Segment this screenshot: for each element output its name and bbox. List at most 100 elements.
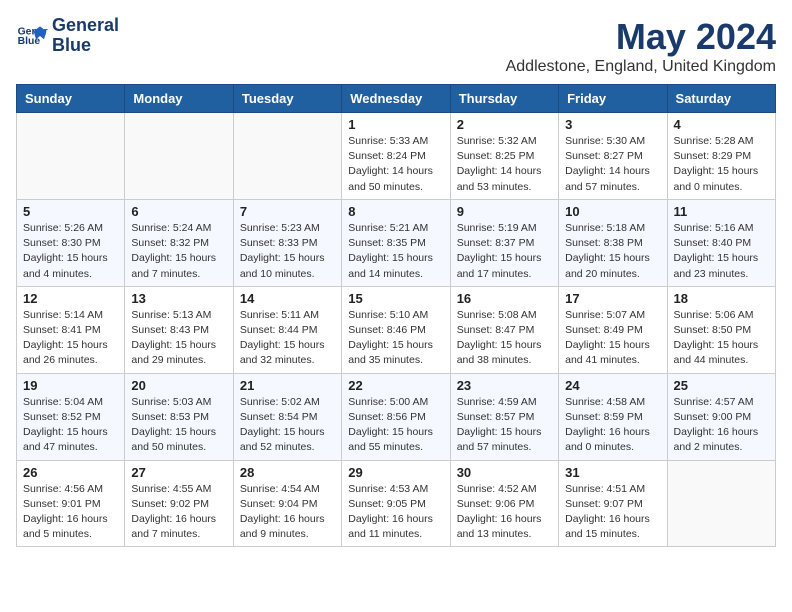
calendar-cell: 27 Sunrise: 4:55 AMSunset: 9:02 PMDayligh…	[125, 460, 233, 547]
calendar-cell: 10 Sunrise: 5:18 AMSunset: 8:38 PMDayligh…	[559, 199, 667, 286]
day-number: 19	[23, 378, 118, 393]
calendar-cell: 7Sunrise: 5:23 AMSunset: 8:33 PMDaylight…	[233, 199, 341, 286]
calendar-cell: 23Sunrise: 4:59 AMSunset: 8:57 PMDayligh…	[450, 373, 558, 460]
day-info: Sunrise: 5:28 AMSunset: 8:29 PMDaylight:…	[674, 134, 769, 195]
day-info: Sunrise: 4:55 AMSunset: 9:02 PMDaylight:…	[131, 482, 226, 543]
calendar-cell: 31 Sunrise: 4:51 AMSunset: 9:07 PMDayligh…	[559, 460, 667, 547]
weekday-header: Monday	[125, 85, 233, 113]
calendar-cell: 2 Sunrise: 5:32 AMSunset: 8:25 PMDaylight…	[450, 113, 558, 200]
day-info: Sunrise: 4:56 AMSunset: 9:01 PMDaylight:…	[23, 482, 118, 543]
day-info: Sunrise: 5:06 AMSunset: 8:50 PMDaylight:…	[674, 308, 769, 369]
day-number: 20	[131, 378, 226, 393]
day-number: 26	[23, 465, 118, 480]
day-number: 14	[240, 291, 335, 306]
weekday-header: Tuesday	[233, 85, 341, 113]
day-number: 6	[131, 204, 226, 219]
calendar-cell: 13 Sunrise: 5:13 AMSunset: 8:43 PMDayligh…	[125, 286, 233, 373]
weekday-header: Sunday	[17, 85, 125, 113]
logo: General Blue General Blue	[16, 16, 119, 56]
day-info: Sunrise: 5:33 AMSunset: 8:24 PMDaylight:…	[348, 134, 443, 195]
day-info: Sunrise: 5:03 AMSunset: 8:53 PMDaylight:…	[131, 395, 226, 456]
day-info: Sunrise: 5:08 AMSunset: 8:47 PMDaylight:…	[457, 308, 552, 369]
day-info: Sunrise: 4:57 AMSunset: 9:00 PMDaylight:…	[674, 395, 769, 456]
calendar-cell	[667, 460, 775, 547]
day-info: Sunrise: 5:07 AMSunset: 8:49 PMDaylight:…	[565, 308, 660, 369]
logo-icon: General Blue	[16, 20, 48, 52]
calendar-week-row: 5Sunrise: 5:26 AMSunset: 8:30 PMDaylight…	[17, 199, 776, 286]
day-number: 10	[565, 204, 660, 219]
day-number: 3	[565, 117, 660, 132]
day-info: Sunrise: 5:24 AMSunset: 8:32 PMDaylight:…	[131, 221, 226, 282]
month-title: May 2024	[506, 16, 776, 58]
day-info: Sunrise: 5:16 AMSunset: 8:40 PMDaylight:…	[674, 221, 769, 282]
day-number: 17	[565, 291, 660, 306]
calendar-cell: 28 Sunrise: 4:54 AMSunset: 9:04 PMDayligh…	[233, 460, 341, 547]
day-number: 9	[457, 204, 552, 219]
day-info: Sunrise: 5:23 AMSunset: 8:33 PMDaylight:…	[240, 221, 335, 282]
day-info: Sunrise: 4:53 AMSunset: 9:05 PMDaylight:…	[348, 482, 443, 543]
calendar-week-row: 19 Sunrise: 5:04 AMSunset: 8:52 PMDayligh…	[17, 373, 776, 460]
calendar-cell: 15 Sunrise: 5:10 AMSunset: 8:46 PMDayligh…	[342, 286, 450, 373]
day-number: 12	[23, 291, 118, 306]
calendar-cell: 19 Sunrise: 5:04 AMSunset: 8:52 PMDayligh…	[17, 373, 125, 460]
day-number: 15	[348, 291, 443, 306]
calendar-cell	[17, 113, 125, 200]
day-info: Sunrise: 4:58 AMSunset: 8:59 PMDaylight:…	[565, 395, 660, 456]
day-info: Sunrise: 5:02 AMSunset: 8:54 PMDaylight:…	[240, 395, 335, 456]
day-number: 1	[348, 117, 443, 132]
day-number: 11	[674, 204, 769, 219]
calendar-cell: 24Sunrise: 4:58 AMSunset: 8:59 PMDayligh…	[559, 373, 667, 460]
day-info: Sunrise: 5:04 AMSunset: 8:52 PMDaylight:…	[23, 395, 118, 456]
calendar-cell: 12 Sunrise: 5:14 AMSunset: 8:41 PMDayligh…	[17, 286, 125, 373]
day-info: Sunrise: 5:19 AMSunset: 8:37 PMDaylight:…	[457, 221, 552, 282]
day-info: Sunrise: 4:54 AMSunset: 9:04 PMDaylight:…	[240, 482, 335, 543]
day-info: Sunrise: 5:11 AMSunset: 8:44 PMDaylight:…	[240, 308, 335, 369]
day-number: 4	[674, 117, 769, 132]
weekday-header: Saturday	[667, 85, 775, 113]
day-number: 27	[131, 465, 226, 480]
calendar-cell: 18Sunrise: 5:06 AMSunset: 8:50 PMDayligh…	[667, 286, 775, 373]
day-number: 21	[240, 378, 335, 393]
day-info: Sunrise: 5:30 AMSunset: 8:27 PMDaylight:…	[565, 134, 660, 195]
location-title: Addlestone, England, United Kingdom	[506, 58, 776, 76]
calendar-cell: 1 Sunrise: 5:33 AMSunset: 8:24 PMDaylight…	[342, 113, 450, 200]
day-info: Sunrise: 5:10 AMSunset: 8:46 PMDaylight:…	[348, 308, 443, 369]
day-info: Sunrise: 5:21 AMSunset: 8:35 PMDaylight:…	[348, 221, 443, 282]
day-number: 31	[565, 465, 660, 480]
calendar-cell: 16 Sunrise: 5:08 AMSunset: 8:47 PMDayligh…	[450, 286, 558, 373]
calendar-cell: 20 Sunrise: 5:03 AMSunset: 8:53 PMDayligh…	[125, 373, 233, 460]
day-number: 8	[348, 204, 443, 219]
day-info: Sunrise: 5:00 AMSunset: 8:56 PMDaylight:…	[348, 395, 443, 456]
day-info: Sunrise: 5:18 AMSunset: 8:38 PMDaylight:…	[565, 221, 660, 282]
day-number: 16	[457, 291, 552, 306]
day-info: Sunrise: 5:32 AMSunset: 8:25 PMDaylight:…	[457, 134, 552, 195]
weekday-header-row: SundayMondayTuesdayWednesdayThursdayFrid…	[17, 85, 776, 113]
calendar-table: SundayMondayTuesdayWednesdayThursdayFrid…	[16, 84, 776, 547]
calendar-cell: 5Sunrise: 5:26 AMSunset: 8:30 PMDaylight…	[17, 199, 125, 286]
day-info: Sunrise: 4:51 AMSunset: 9:07 PMDaylight:…	[565, 482, 660, 543]
calendar-cell	[125, 113, 233, 200]
calendar-cell: 8 Sunrise: 5:21 AMSunset: 8:35 PMDaylight…	[342, 199, 450, 286]
day-number: 25	[674, 378, 769, 393]
day-number: 22	[348, 378, 443, 393]
weekday-header: Friday	[559, 85, 667, 113]
day-info: Sunrise: 5:14 AMSunset: 8:41 PMDaylight:…	[23, 308, 118, 369]
day-info: Sunrise: 5:13 AMSunset: 8:43 PMDaylight:…	[131, 308, 226, 369]
calendar-cell: 29Sunrise: 4:53 AMSunset: 9:05 PMDayligh…	[342, 460, 450, 547]
calendar-cell: 11 Sunrise: 5:16 AMSunset: 8:40 PMDayligh…	[667, 199, 775, 286]
page-header: General Blue General Blue May 2024 Addle…	[16, 16, 776, 76]
calendar-cell: 25 Sunrise: 4:57 AMSunset: 9:00 PMDayligh…	[667, 373, 775, 460]
logo-line2: Blue	[52, 36, 119, 56]
weekday-header: Wednesday	[342, 85, 450, 113]
day-info: Sunrise: 4:59 AMSunset: 8:57 PMDaylight:…	[457, 395, 552, 456]
calendar-week-row: 12 Sunrise: 5:14 AMSunset: 8:41 PMDayligh…	[17, 286, 776, 373]
calendar-week-row: 26 Sunrise: 4:56 AMSunset: 9:01 PMDayligh…	[17, 460, 776, 547]
day-number: 13	[131, 291, 226, 306]
calendar-cell: 14 Sunrise: 5:11 AMSunset: 8:44 PMDayligh…	[233, 286, 341, 373]
day-number: 2	[457, 117, 552, 132]
day-number: 28	[240, 465, 335, 480]
calendar-cell: 4 Sunrise: 5:28 AMSunset: 8:29 PMDaylight…	[667, 113, 775, 200]
calendar-cell: 21 Sunrise: 5:02 AMSunset: 8:54 PMDayligh…	[233, 373, 341, 460]
day-number: 30	[457, 465, 552, 480]
calendar-cell: 22 Sunrise: 5:00 AMSunset: 8:56 PMDayligh…	[342, 373, 450, 460]
